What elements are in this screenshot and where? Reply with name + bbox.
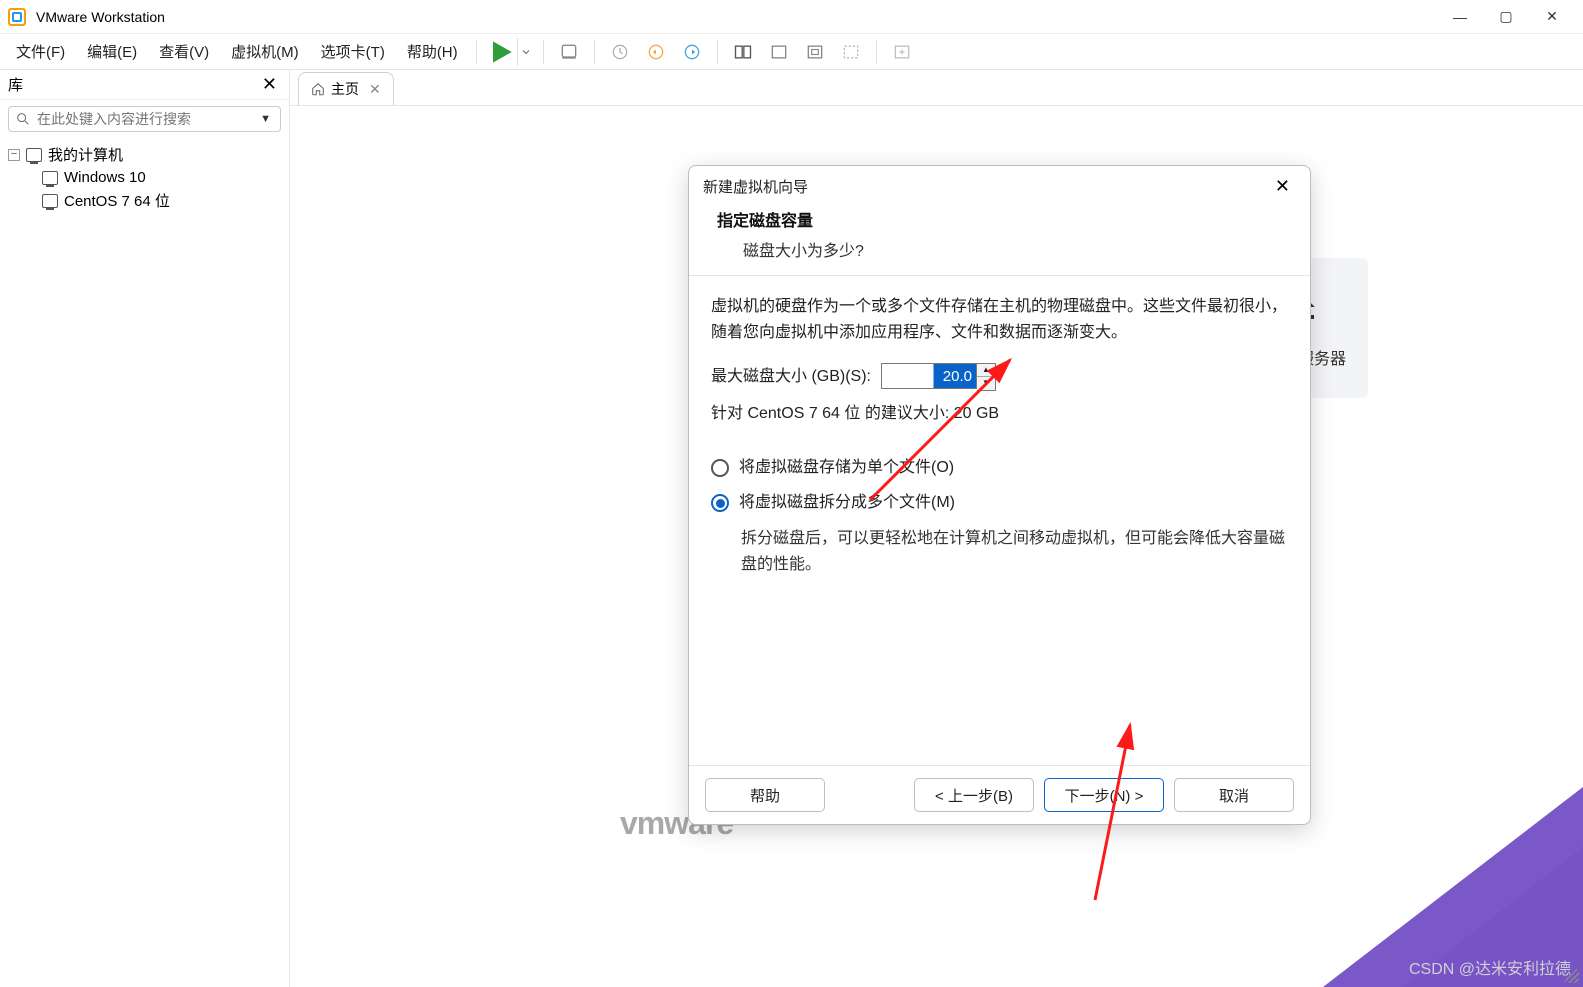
new-vm-wizard-dialog: 新建虚拟机向导 ✕ 指定磁盘容量 磁盘大小为多少? 虚拟机的硬盘作为一个或多个文…	[688, 165, 1311, 825]
toolbar-snapshot-icon[interactable]	[603, 38, 637, 66]
cancel-button[interactable]: 取消	[1174, 778, 1294, 812]
tree-item-centos7[interactable]: CentOS 7 64 位	[40, 188, 283, 213]
window-close-button[interactable]: ✕	[1529, 1, 1575, 33]
radio-single-file[interactable]: 将虚拟磁盘存储为单个文件(O)	[711, 455, 1288, 481]
split-note: 拆分磁盘后，可以更轻松地在计算机之间移动虚拟机，但可能会降低大容量磁盘的性能。	[711, 526, 1288, 577]
tree-item-label: CentOS 7 64 位	[64, 190, 170, 211]
radio-label: 将虚拟磁盘拆分成多个文件(M)	[739, 490, 955, 516]
vm-icon	[42, 171, 58, 185]
radio-label: 将虚拟磁盘存储为单个文件(O)	[739, 455, 954, 481]
spinner-down-icon[interactable]: ▼	[977, 377, 995, 390]
dialog-title: 新建虚拟机向导	[703, 176, 808, 197]
max-disk-size-label: 最大磁盘大小 (GB)(S):	[711, 364, 871, 390]
csdn-watermark: CSDN @达米安利拉德	[1409, 955, 1571, 979]
vm-icon	[42, 194, 58, 208]
tree-root-my-computer[interactable]: − 我的计算机	[6, 142, 283, 167]
power-on-split-button[interactable]	[485, 38, 535, 66]
menu-edit[interactable]: 编辑(E)	[77, 35, 147, 68]
dialog-close-button[interactable]: ✕	[1269, 174, 1296, 199]
toolbar-thumbnail-icon[interactable]	[726, 38, 760, 66]
radio-split-files[interactable]: 将虚拟磁盘拆分成多个文件(M)	[711, 490, 1288, 516]
expand-toggle-icon[interactable]: −	[8, 149, 20, 161]
tree-item-label: Windows 10	[64, 169, 146, 186]
radio-icon[interactable]	[711, 494, 729, 512]
menu-vm[interactable]: 虚拟机(M)	[221, 35, 309, 68]
tree-item-windows10[interactable]: Windows 10	[40, 167, 283, 188]
disk-size-spinner[interactable]: ▲ ▼	[881, 363, 996, 391]
menu-file[interactable]: 文件(F)	[6, 35, 75, 68]
search-input[interactable]	[37, 111, 257, 127]
window-minimize-button[interactable]: —	[1437, 1, 1483, 33]
spinner-up-icon[interactable]: ▲	[977, 364, 995, 377]
toolbar-revert-icon[interactable]	[639, 38, 673, 66]
resize-grip-icon[interactable]	[1565, 969, 1579, 983]
disk-size-input[interactable]	[881, 363, 977, 389]
menu-view[interactable]: 查看(V)	[149, 35, 219, 68]
app-title: VMware Workstation	[36, 9, 165, 25]
recommended-size-text: 针对 CentOS 7 64 位 的建议大小: 20 GB	[711, 401, 1288, 427]
menubar: 文件(F) 编辑(E) 查看(V) 虚拟机(M) 选项卡(T) 帮助(H)	[0, 34, 1583, 70]
sidebar: 库 ✕ ▼ − 我的计算机 Windows 10 CentOS 7 64 位	[0, 70, 290, 987]
app-icon	[8, 8, 26, 26]
menu-tabs[interactable]: 选项卡(T)	[311, 35, 395, 68]
tab-close-icon[interactable]: ✕	[369, 81, 381, 98]
computer-icon	[26, 148, 42, 162]
titlebar: VMware Workstation — ▢ ✕	[0, 0, 1583, 34]
toolbar-manage-snapshot-icon[interactable]	[675, 38, 709, 66]
toolbar-screenshot-icon[interactable]	[552, 38, 586, 66]
radio-icon[interactable]	[711, 459, 729, 477]
tree-root-label: 我的计算机	[48, 144, 123, 165]
dialog-heading: 指定磁盘容量	[717, 207, 1286, 231]
next-button[interactable]: 下一步(N) >	[1044, 778, 1164, 812]
back-button[interactable]: < 上一步(B)	[914, 778, 1034, 812]
window-maximize-button[interactable]: ▢	[1483, 1, 1529, 33]
help-button[interactable]: 帮助	[705, 778, 825, 812]
tab-label: 主页	[331, 79, 359, 99]
toolbar-unity-icon[interactable]	[834, 38, 868, 66]
dialog-subheading: 磁盘大小为多少?	[717, 237, 1286, 261]
search-icon	[15, 111, 31, 127]
home-icon	[311, 82, 325, 96]
dialog-description: 虚拟机的硬盘作为一个或多个文件存储在主机的物理磁盘中。这些文件最初很小，随着您向…	[711, 294, 1288, 345]
library-tree: − 我的计算机 Windows 10 CentOS 7 64 位	[0, 138, 289, 217]
menu-help[interactable]: 帮助(H)	[397, 35, 468, 68]
tab-home[interactable]: 主页 ✕	[298, 72, 394, 105]
sidebar-search[interactable]: ▼	[8, 106, 281, 132]
sidebar-title: 库	[8, 74, 23, 95]
toolbar-stretch-icon[interactable]	[885, 38, 919, 66]
tabstrip: 主页 ✕	[290, 70, 1583, 106]
toolbar-single-icon[interactable]	[762, 38, 796, 66]
search-dropdown-icon[interactable]: ▼	[257, 113, 274, 125]
toolbar-fullscreen-icon[interactable]	[798, 38, 832, 66]
sidebar-close-button[interactable]: ✕	[258, 74, 281, 95]
main-area: 主页 ✕ ᴼ™ 接远程服务器 vmware® 新建虚拟机向导 ✕ 指定磁盘容量 …	[290, 70, 1583, 987]
